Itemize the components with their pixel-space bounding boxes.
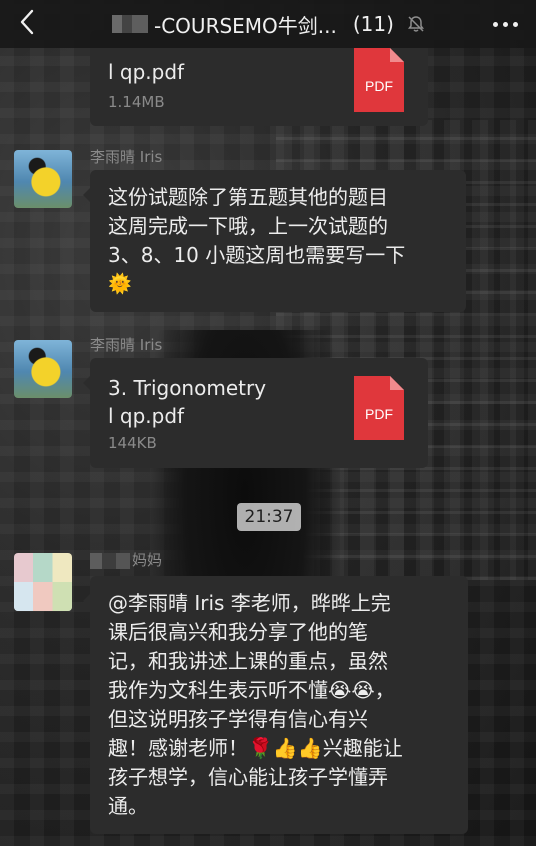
member-count: (11): [352, 12, 394, 36]
text-message[interactable]: @李雨晴 Iris 李老师，晔晔上完 课后很高兴和我分享了他的笔 记，和我讲述上…: [83, 576, 468, 834]
message-line: 趣！感谢老师！🌹👍👍兴趣能让: [108, 736, 403, 760]
message-line: 孩子想学，信心能让孩子学懂弄: [108, 765, 388, 789]
sender-name: 李雨晴 Iris: [90, 336, 163, 354]
redacted-sender-prefix: [90, 552, 130, 569]
sun-emoji: 🌞: [108, 273, 132, 295]
file-size: 1.14MB: [108, 93, 165, 111]
avatar[interactable]: [14, 150, 72, 208]
message-line: 通。: [108, 794, 148, 818]
chat-header: -COURSEMO牛剑... (11): [0, 0, 536, 48]
pdf-file-icon[interactable]: PDF: [354, 48, 404, 112]
ellipsis-icon: [492, 21, 518, 27]
more-options-button[interactable]: [488, 12, 522, 36]
sender-name: 李雨晴 Iris: [90, 148, 163, 166]
bell-slash-icon: [406, 14, 426, 34]
pdf-file-icon[interactable]: PDF: [354, 376, 404, 440]
message-line: 这份试题除了第五题其他的题目: [108, 185, 388, 209]
chat-title: -COURSEMO牛剑...: [154, 13, 337, 38]
message-line: 课后很高兴和我分享了他的笔: [108, 620, 368, 644]
back-button[interactable]: [12, 9, 42, 39]
chat-title-area[interactable]: -COURSEMO牛剑... (11): [112, 0, 426, 48]
sender-name: 妈妈: [90, 549, 162, 570]
file-name: 3. Trigonometry l qp.pdf: [108, 376, 267, 428]
message-line: 但这说明孩子学得有信心有兴: [108, 707, 368, 731]
redacted-title-prefix: [112, 15, 148, 33]
file-name: l qp.pdf: [108, 60, 185, 84]
chevron-left-icon: [19, 9, 35, 39]
message-line: @李雨晴 Iris 李老师，晔晔上完: [108, 591, 391, 615]
pdf-badge-label: PDF: [365, 78, 393, 94]
file-message[interactable]: 3. Trigonometry l qp.pdf 144KB PDF: [83, 358, 428, 468]
message-line: 这周完成一下哦，上一次试题的: [108, 214, 388, 238]
file-size: 144KB: [108, 434, 157, 452]
avatar[interactable]: [14, 553, 72, 611]
text-message[interactable]: 这份试题除了第五题其他的题目 这周完成一下哦，上一次试题的 3、8、10 小题这…: [83, 170, 466, 312]
message-line: 3、8、10 小题这周也需要写一下: [108, 243, 406, 267]
message-timestamp: 21:37: [237, 503, 301, 531]
pdf-badge-label: PDF: [365, 406, 393, 422]
message-line: 记，和我讲述上课的重点，虽然: [108, 649, 388, 673]
avatar[interactable]: [14, 340, 72, 398]
sender-name-text: 妈妈: [132, 551, 163, 569]
message-line: 我作为文科生表示听不懂😭😭，: [108, 678, 395, 702]
